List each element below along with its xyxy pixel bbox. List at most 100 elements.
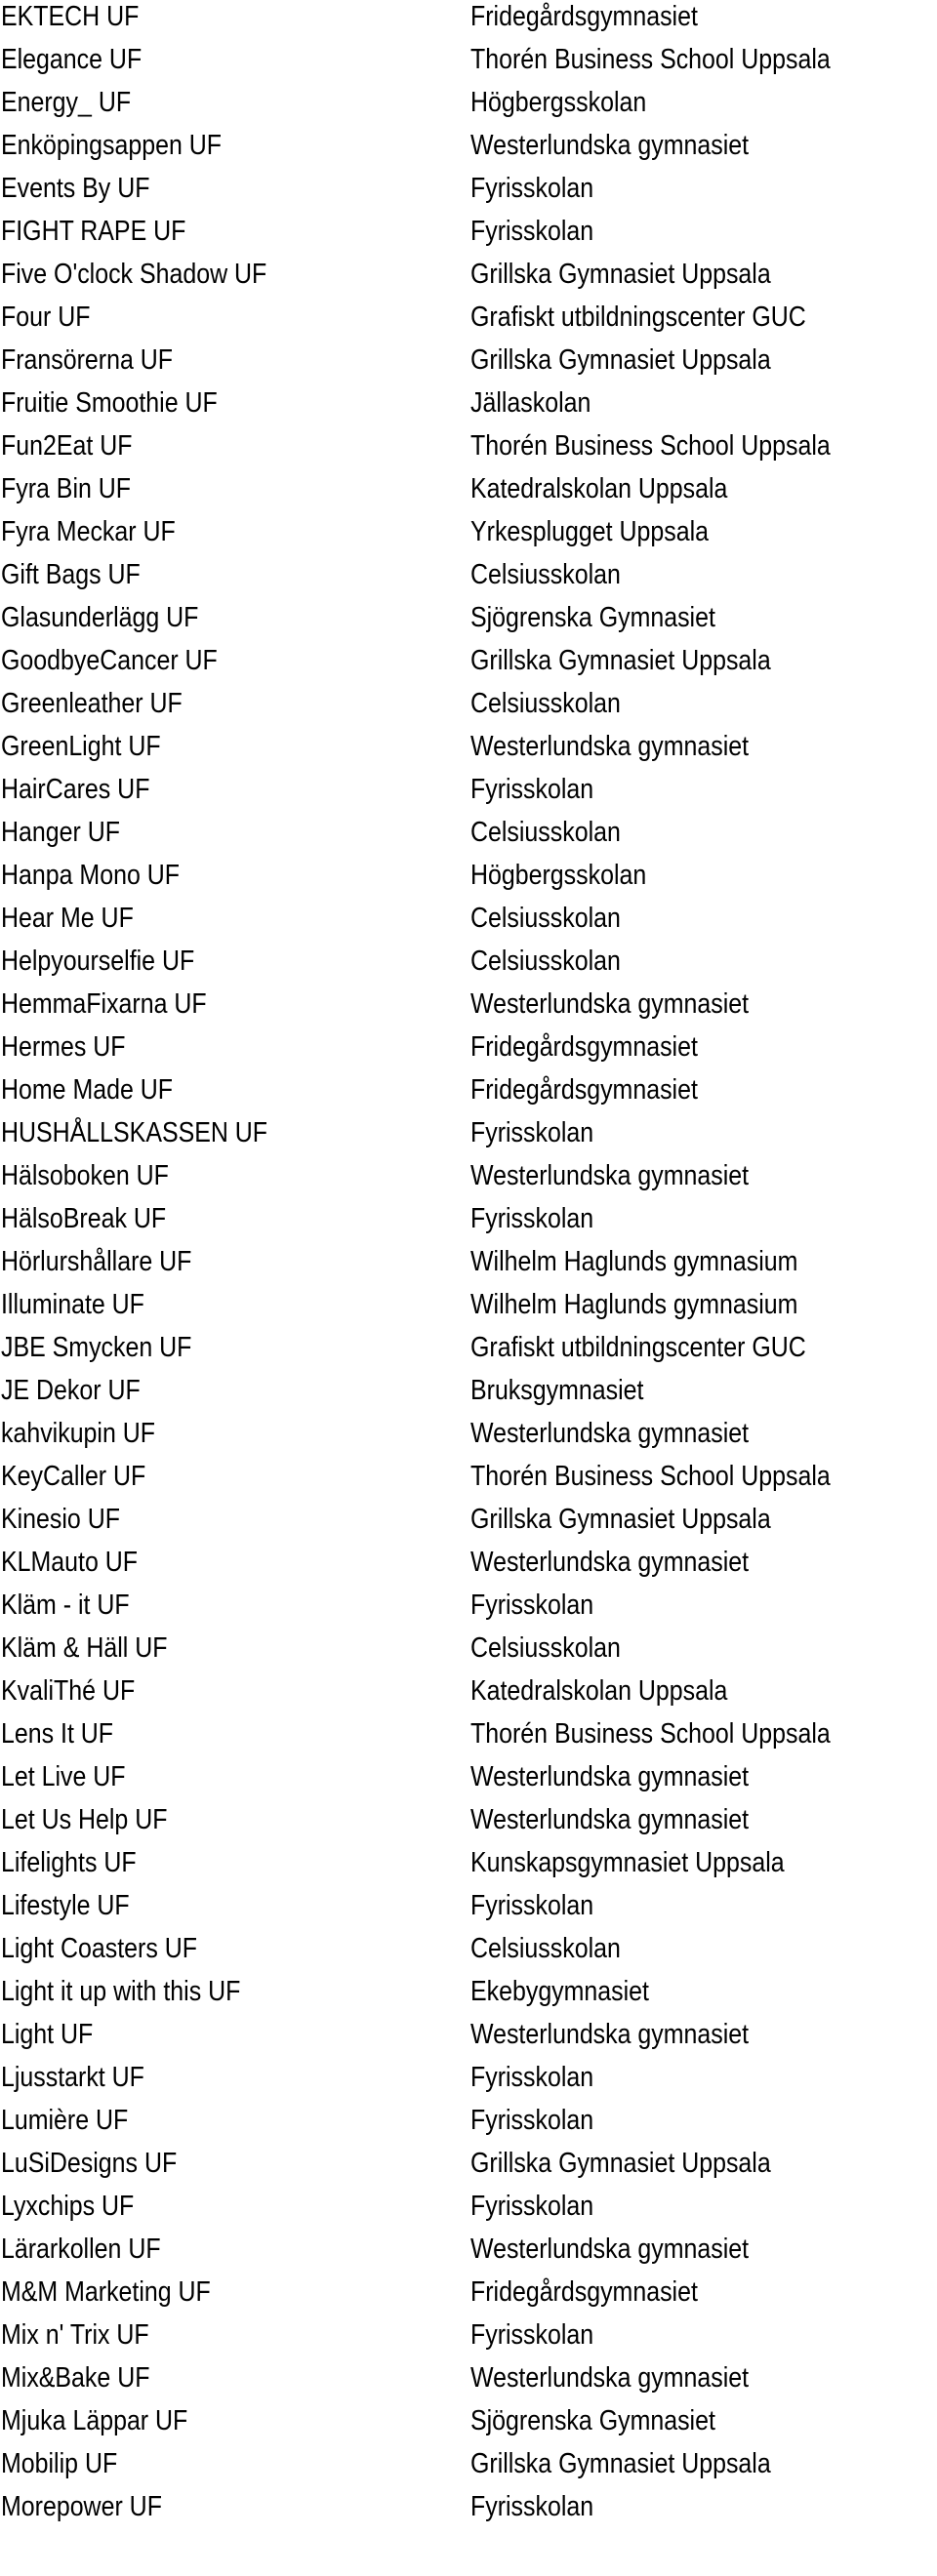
school-name: Ekebygymnasiet (470, 1976, 649, 2007)
company-name: Mjuka Läppar UF (1, 2405, 188, 2436)
company-name: Mix&Bake UF (1, 2362, 150, 2394)
list-row: Lens It UF Thorén Business School Uppsala (0, 1717, 937, 1760)
company-name: LuSiDesigns UF (1, 2148, 178, 2179)
company-name: Five O'clock Shadow UF (1, 259, 267, 290)
company-name: Glasunderlägg UF (1, 602, 199, 633)
company-school-list: EKTECH UF Fridegårdsgymnasiet Elegance UF T… (0, 0, 937, 2533)
school-name: Westerlundska gymnasiet (470, 2362, 750, 2394)
company-name: Kinesio UF (1, 1504, 120, 1535)
school-name: Celsiusskolan (470, 903, 621, 934)
company-name: Fyra Meckar UF (1, 516, 176, 547)
company-name: Greenleather UF (1, 688, 183, 719)
list-row: FIGHT RAPE UF Fyrisskolan (0, 215, 937, 258)
school-name: Fyrisskolan (470, 2491, 594, 2522)
company-name: Let Live UF (1, 1761, 126, 1792)
school-name: Fyrisskolan (470, 1203, 594, 1234)
school-name: Fridegårdsgymnasiet (470, 1074, 698, 1106)
list-row: HemmaFixarna UF Westerlundska gymnasiet (0, 987, 937, 1030)
school-name: Grafiskt utbildningscenter GUC (470, 1332, 806, 1363)
list-row: Greenleather UF Celsiusskolan (0, 687, 937, 730)
company-name: GoodbyeCancer UF (1, 645, 218, 676)
school-name: Fyrisskolan (470, 2319, 594, 2351)
company-name: Lifestyle UF (1, 1890, 130, 1921)
list-row: Mjuka Läppar UF Sjögrenska Gymnasiet (0, 2404, 937, 2447)
list-row: Ljusstarkt UF Fyrisskolan (0, 2061, 937, 2104)
list-row: KLMauto UF Westerlundska gymnasiet (0, 1546, 937, 1589)
school-name: Westerlundska gymnasiet (470, 988, 750, 1020)
list-row: GreenLight UF Westerlundska gymnasiet (0, 730, 937, 773)
school-name: Westerlundska gymnasiet (470, 130, 750, 161)
school-name: Katedralskolan Uppsala (470, 1675, 728, 1707)
list-row: Enköpingsappen UF Westerlundska gymnasiet (0, 129, 937, 172)
list-row: Mix&Bake UF Westerlundska gymnasiet (0, 2361, 937, 2404)
company-name: Morepower UF (1, 2491, 162, 2522)
list-row: Fruitie Smoothie UF Jällaskolan (0, 386, 937, 429)
school-name: Westerlundska gymnasiet (470, 2019, 750, 2050)
school-name: Westerlundska gymnasiet (470, 1547, 750, 1578)
list-row: Mix n' Trix UF Fyrisskolan (0, 2318, 937, 2361)
list-row: KvaliThé UF Katedralskolan Uppsala (0, 1674, 937, 1717)
list-row: Lyxchips UF Fyrisskolan (0, 2190, 937, 2233)
school-name: Celsiusskolan (470, 946, 621, 977)
list-row: Elegance UF Thorén Business School Uppsal… (0, 43, 937, 86)
company-name: JE Dekor UF (1, 1375, 141, 1406)
school-name: Celsiusskolan (470, 1632, 621, 1664)
school-name: Wilhelm Haglunds gymnasium (470, 1289, 798, 1320)
school-name: Celsiusskolan (470, 1933, 621, 1964)
list-row: Five O'clock Shadow UF Grillska Gymnasiet… (0, 258, 937, 301)
list-row: GoodbyeCancer UF Grillska Gymnasiet Uppsa… (0, 644, 937, 687)
company-name: Mix n' Trix UF (1, 2319, 149, 2351)
school-name: Sjögrenska Gymnasiet (470, 2405, 715, 2436)
school-name: Celsiusskolan (470, 559, 621, 590)
school-name: Fyrisskolan (470, 2191, 594, 2222)
list-row: Light UF Westerlundska gymnasiet (0, 2018, 937, 2061)
company-name: HairCares UF (1, 774, 150, 805)
list-row: Kläm & Häll UF Celsiusskolan (0, 1631, 937, 1674)
list-row: M&M Marketing UF Fridegårdsgymnasiet (0, 2275, 937, 2318)
school-name: Grafiskt utbildningscenter GUC (470, 302, 806, 333)
company-name: Lens It UF (1, 1718, 114, 1750)
company-name: Lumière UF (1, 2105, 129, 2136)
list-row: Fransörerna UF Grillska Gymnasiet Uppsala (0, 343, 937, 386)
list-row: Hermes UF Fridegårdsgymnasiet (0, 1030, 937, 1073)
list-row: Lifestyle UF Fyrisskolan (0, 1889, 937, 1932)
list-row: LuSiDesigns UF Grillska Gymnasiet Uppsala (0, 2147, 937, 2190)
list-row: Fyra Bin UF Katedralskolan Uppsala (0, 472, 937, 515)
company-name: Hörlurshållare UF (1, 1246, 192, 1277)
school-name: Fyrisskolan (470, 216, 594, 247)
school-name: Grillska Gymnasiet Uppsala (470, 2148, 771, 2179)
company-name: Light it up with this UF (1, 1976, 241, 2007)
school-name: Thorén Business School Uppsala (470, 44, 831, 75)
school-name: Thorén Business School Uppsala (470, 1461, 831, 1492)
company-name: M&M Marketing UF (1, 2276, 211, 2308)
school-name: Fyrisskolan (470, 1890, 594, 1921)
list-row: Let Live UF Westerlundska gymnasiet (0, 1760, 937, 1803)
list-row: kahvikupin UF Westerlundska gymnasiet (0, 1417, 937, 1460)
school-name: Westerlundska gymnasiet (470, 1804, 750, 1835)
school-name: Grillska Gymnasiet Uppsala (470, 1504, 771, 1535)
list-row: KeyCaller UF Thorén Business School Uppsa… (0, 1460, 937, 1503)
list-row: Gift Bags UF Celsiusskolan (0, 558, 937, 601)
list-row: Light Coasters UF Celsiusskolan (0, 1932, 937, 1975)
company-name: Kläm & Häll UF (1, 1632, 168, 1664)
company-name: Light Coasters UF (1, 1933, 197, 1964)
list-row: Four UF Grafiskt utbildningscenter GUC (0, 301, 937, 343)
school-name: Katedralskolan Uppsala (470, 473, 728, 504)
school-name: Fyrisskolan (470, 173, 594, 204)
company-name: Fyra Bin UF (1, 473, 132, 504)
company-name: Lärarkollen UF (1, 2234, 161, 2265)
company-name: GreenLight UF (1, 731, 161, 762)
list-row: Hörlurshållare UF Wilhelm Haglunds gymnas… (0, 1245, 937, 1288)
company-name: Fruitie Smoothie UF (1, 387, 218, 419)
school-name: Högbergsskolan (470, 860, 647, 891)
company-name: Energy_ UF (1, 87, 132, 118)
list-row: HUSHÅLLSKASSEN UF Fyrisskolan (0, 1116, 937, 1159)
company-name: Lyxchips UF (1, 2191, 135, 2222)
list-row: Kläm - it UF Fyrisskolan (0, 1589, 937, 1631)
company-name: EKTECH UF (1, 1, 140, 32)
company-name: Hälsoboken UF (1, 1160, 169, 1191)
company-name: FIGHT RAPE UF (1, 216, 186, 247)
company-name: Hear Me UF (1, 903, 134, 934)
company-name: Lifelights UF (1, 1847, 137, 1878)
list-row: Fun2Eat UF Thorén Business School Uppsala (0, 429, 937, 472)
